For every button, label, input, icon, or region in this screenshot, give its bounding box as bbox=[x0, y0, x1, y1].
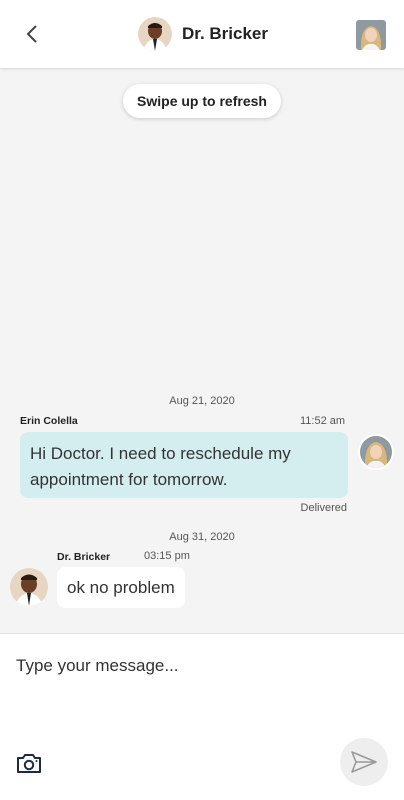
send-icon bbox=[351, 751, 377, 773]
date-separator: Aug 31, 2020 bbox=[169, 531, 235, 543]
user-avatar[interactable] bbox=[356, 20, 386, 50]
send-button[interactable] bbox=[340, 738, 388, 786]
chat-contact[interactable]: Dr. Bricker bbox=[138, 16, 268, 52]
camera-icon bbox=[17, 754, 41, 773]
camera-button[interactable] bbox=[14, 748, 44, 778]
refresh-button[interactable]: Swipe up to refresh bbox=[123, 84, 281, 118]
incoming-message-bubble[interactable]: ok no problem bbox=[57, 567, 185, 608]
chevron-left-icon bbox=[26, 25, 37, 43]
outgoing-message-bubble[interactable]: Hi Doctor. I need to reschedule my appoi… bbox=[20, 432, 348, 498]
date-separator: Aug 21, 2020 bbox=[169, 395, 235, 407]
message-time: 11:52 am bbox=[300, 415, 346, 427]
doctor-avatar bbox=[10, 568, 48, 606]
sender-name: Erin Colella bbox=[20, 415, 78, 427]
message-input[interactable] bbox=[0, 642, 404, 732]
message-composer bbox=[0, 633, 404, 800]
chat-header: Dr. Bricker bbox=[0, 0, 404, 68]
delivery-status: Delivered bbox=[300, 502, 347, 514]
page-title: Dr. Bricker bbox=[182, 24, 268, 43]
back-button[interactable] bbox=[18, 20, 46, 48]
user-avatar bbox=[358, 434, 394, 470]
message-time: 03:15 pm bbox=[144, 550, 190, 562]
sender-name: Dr. Bricker bbox=[57, 551, 111, 563]
doctor-avatar bbox=[138, 17, 172, 51]
